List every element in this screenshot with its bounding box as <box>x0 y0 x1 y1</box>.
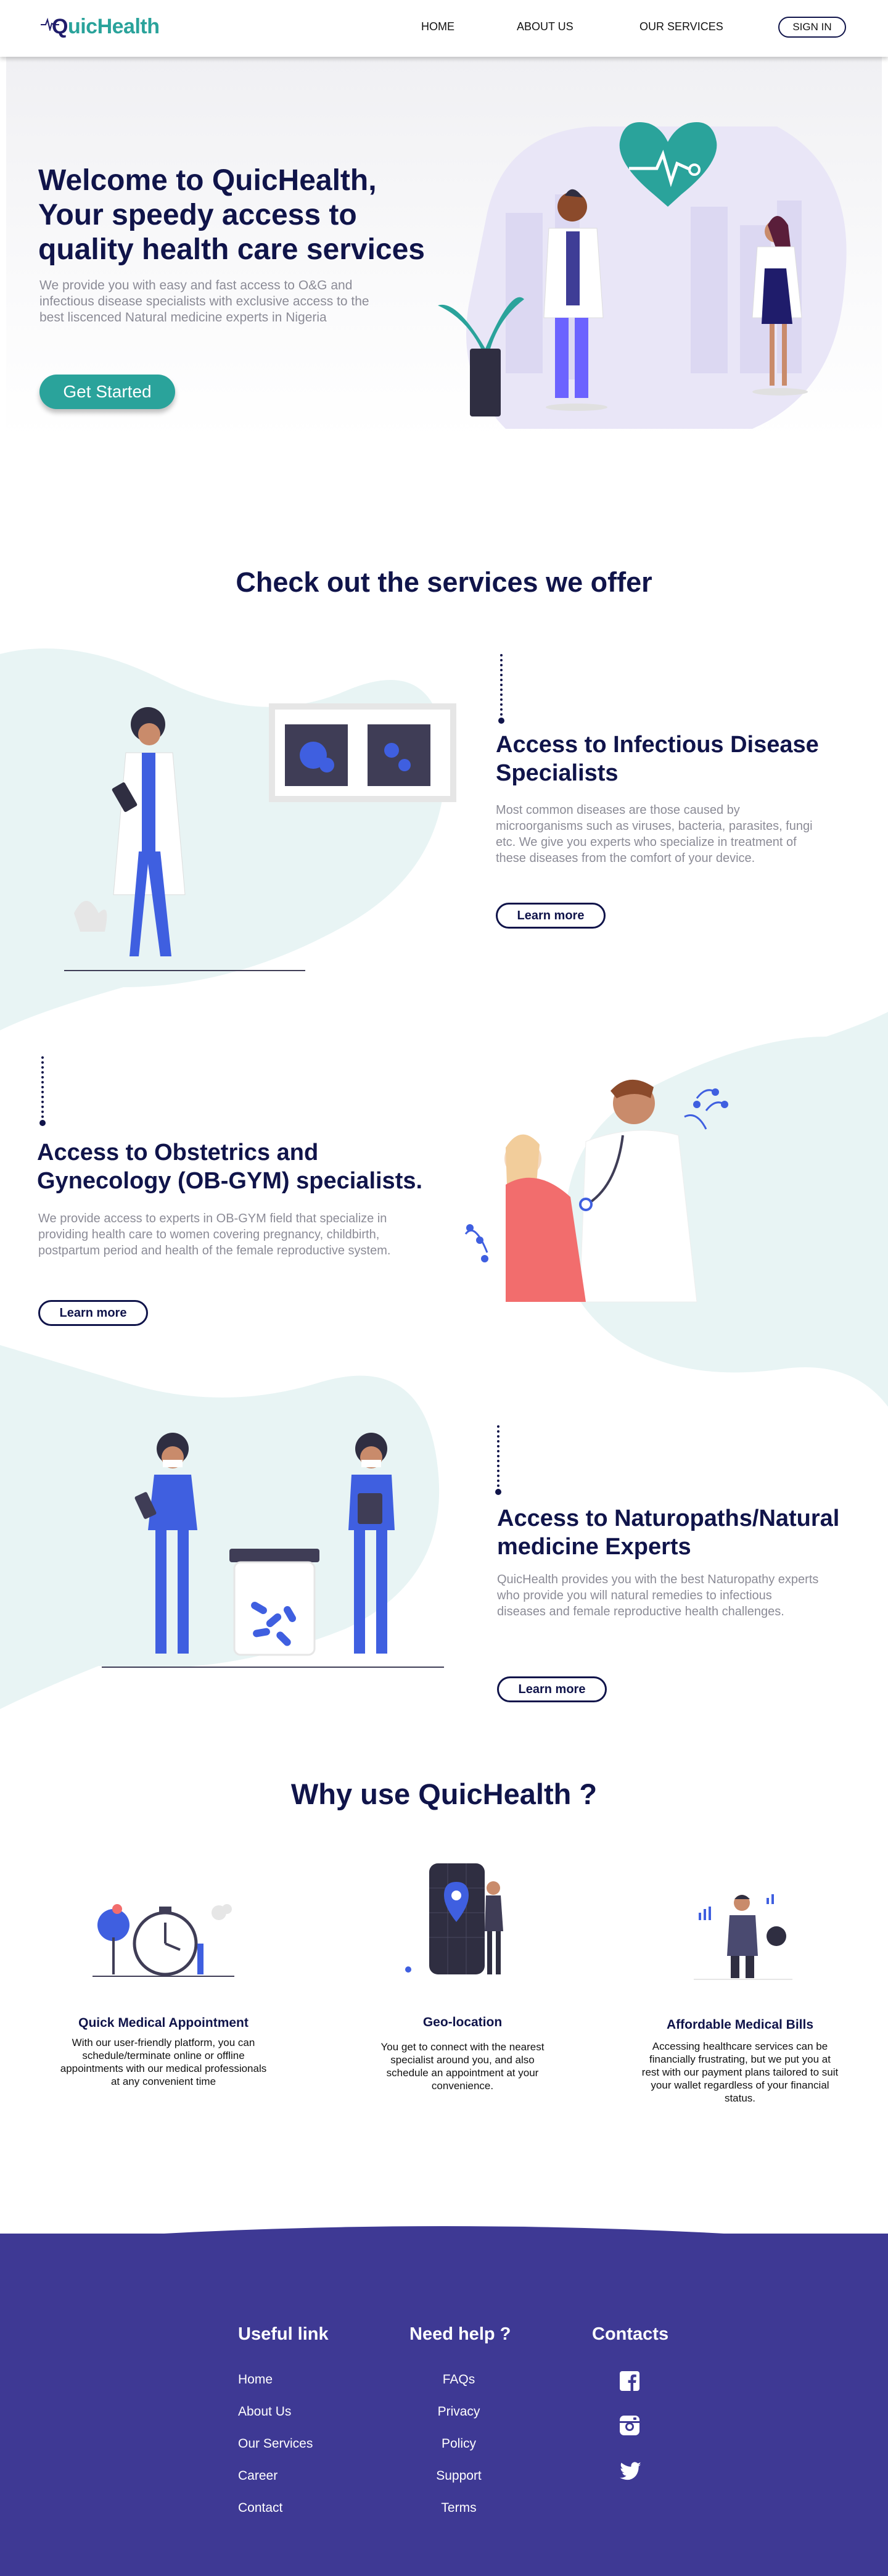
page: QuicHealth HOME ABOUT US OUR SERVICES SI… <box>0 0 888 2576</box>
service-1-dot <box>498 718 504 724</box>
footer-link-terms[interactable]: Terms <box>423 2501 495 2516</box>
instagram-icon[interactable] <box>620 2416 639 2435</box>
why-2-title: Geo-location <box>422 2015 503 2029</box>
affordable-bills-illustration <box>694 1888 792 1981</box>
footer-contacts-heading: Contacts <box>592 2324 669 2344</box>
twitter-icon[interactable] <box>620 2462 641 2480</box>
service-3-text: QuicHealth provides you with the best Na… <box>497 1573 819 1618</box>
service-1-illustration <box>62 703 462 975</box>
footer-link-privacy[interactable]: Privacy <box>423 2404 495 2419</box>
brand-logo[interactable]: QuicHealth <box>52 15 160 39</box>
hero-title: Welcome to QuicHealth, Your speedy acces… <box>38 164 425 266</box>
service-1-text: Most common diseases are those caused by… <box>496 803 813 865</box>
why-2-text: You get to connect with the nearest spec… <box>380 2041 545 2092</box>
service-1-learn-more-button[interactable]: Learn more <box>496 903 606 929</box>
why-3-title: Affordable Medical Bills <box>666 2018 814 2032</box>
appointment-illustration <box>92 1888 234 1981</box>
facebook-icon[interactable] <box>620 2371 639 2391</box>
footer-link-home[interactable]: Home <box>238 2372 273 2387</box>
top-navbar: QuicHealth HOME ABOUT US OUR SERVICES SI… <box>0 0 888 57</box>
sign-in-button[interactable]: SIGN IN <box>778 17 846 38</box>
nav-home-link[interactable]: HOME <box>421 20 454 33</box>
footer-link-about[interactable]: About Us <box>238 2404 291 2419</box>
why-1-text: With our user-friendly platform, you can… <box>60 2037 267 2087</box>
nav-about-link[interactable]: ABOUT US <box>517 20 574 33</box>
service-2-illustration <box>462 1074 740 1308</box>
hero-doctors-illustration <box>432 120 851 441</box>
geolocation-illustration <box>401 1863 524 1981</box>
nav-services-link[interactable]: OUR SERVICES <box>639 20 723 33</box>
footer-link-career[interactable]: Career <box>238 2469 278 2483</box>
service-1-dotted-line <box>500 654 503 721</box>
service-3-illustration <box>99 1425 450 1672</box>
service-3-dot <box>495 1489 501 1495</box>
get-started-button[interactable]: Get Started <box>39 375 175 409</box>
service-2-dot <box>39 1120 46 1126</box>
service-2-dotted-line <box>41 1056 44 1123</box>
footer-link-support[interactable]: Support <box>423 2469 495 2483</box>
service-3-dotted-line <box>497 1425 500 1492</box>
footer-link-policy[interactable]: Policy <box>423 2437 495 2451</box>
footer-link-services[interactable]: Our Services <box>238 2437 313 2451</box>
why-heading: Why use QuicHealth ? <box>290 1778 598 1810</box>
service-2-text: We provide access to experts in OB-GYM f… <box>38 1212 391 1257</box>
service-2-title: Access to Obstetrics and Gynecology (OB-… <box>37 1140 423 1194</box>
service-3-learn-more-button[interactable]: Learn more <box>497 1676 607 1702</box>
why-3-text: Accessing healthcare services can be fin… <box>641 2040 839 2104</box>
footer-help-heading: Need help ? <box>409 2324 511 2344</box>
footer-useful-heading: Useful link <box>238 2324 329 2344</box>
service-3-title: Access to Naturopaths/Natural medicine E… <box>497 1505 840 1560</box>
why-1-title: Quick Medical Appointment <box>78 2016 249 2030</box>
footer-link-contact[interactable]: Contact <box>238 2501 282 2516</box>
footer-link-faqs[interactable]: FAQs <box>423 2372 495 2387</box>
hero-text: We provide you with easy and fast access… <box>39 278 369 325</box>
services-heading: Check out the services we offer <box>236 566 652 598</box>
service-1-title: Access to Infectious Disease Specialists <box>496 732 819 786</box>
service-2-learn-more-button[interactable]: Learn more <box>38 1300 148 1326</box>
